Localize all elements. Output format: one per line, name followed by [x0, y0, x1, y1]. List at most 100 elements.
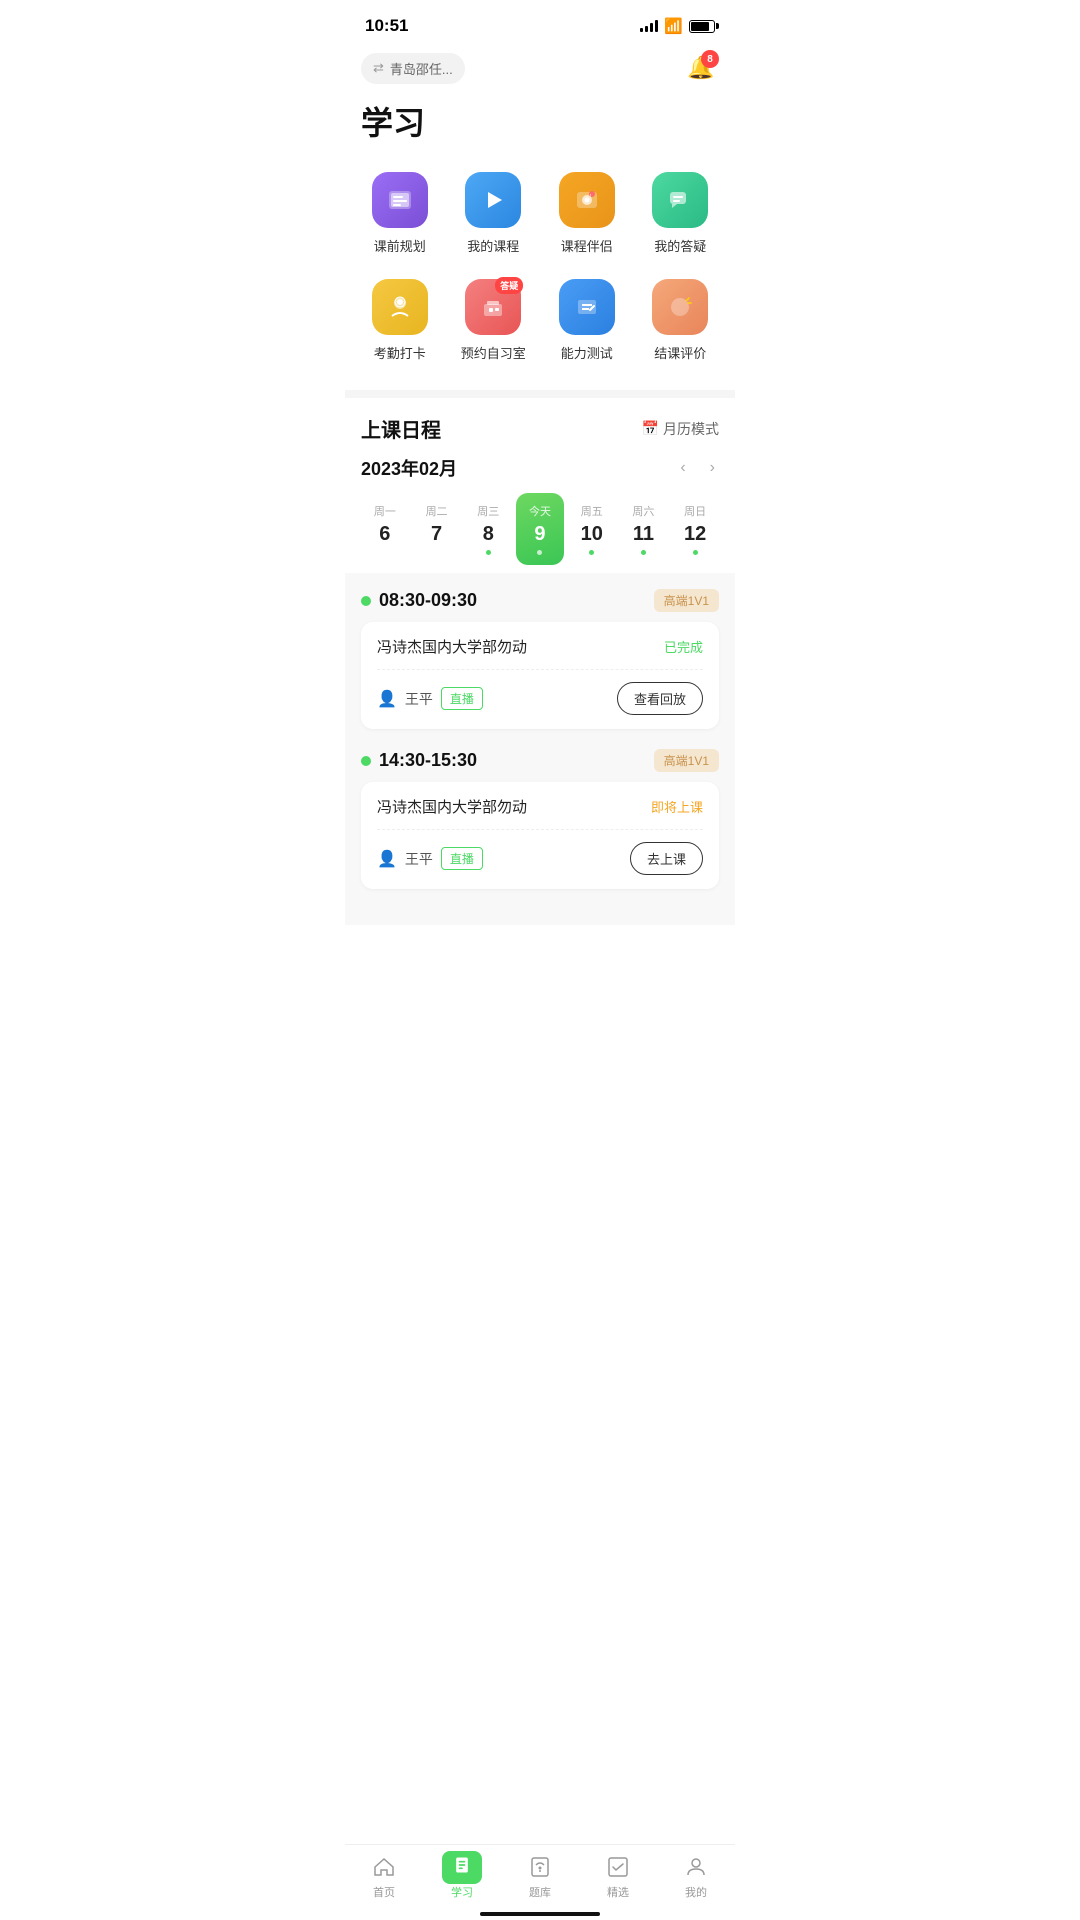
nav-item-study[interactable]: 学习 — [432, 1853, 492, 1900]
bottom-nav: 首页 学习 题库 — [345, 1844, 735, 1920]
course-card-top-2: 冯诗杰国内大学部勿动 即将上课 — [377, 796, 703, 830]
next-month-button[interactable]: › — [706, 455, 719, 481]
nav-item-home[interactable]: 首页 — [354, 1853, 414, 1900]
day-dot-9 — [537, 550, 542, 555]
menu-item-ability-test[interactable]: 能力测试 — [540, 267, 634, 374]
teacher-info-2: 👤 王平 直播 — [377, 847, 483, 870]
time-dot-1 — [361, 596, 371, 606]
time-slot-1: 08:30-09:30 高端1V1 冯诗杰国内大学部勿动 已完成 👤 王平 直播… — [345, 589, 735, 749]
course-card-top-1: 冯诗杰国内大学部勿动 已完成 — [377, 636, 703, 670]
nav-item-mine[interactable]: 我的 — [666, 1853, 726, 1900]
course-name-1: 冯诗杰国内大学部勿动 — [377, 636, 654, 657]
person-icon-1: 👤 — [377, 689, 397, 709]
day-cell-12[interactable]: 周日12 — [671, 493, 719, 565]
person-icon-2: 👤 — [377, 849, 397, 869]
status-badge-2: 即将上课 — [651, 797, 703, 816]
menu-item-my-course[interactable]: 我的课程 — [447, 160, 541, 267]
calendar-mode-button[interactable]: 📅 月历模式 — [642, 419, 719, 439]
nav-label-home: 首页 — [373, 1884, 395, 1900]
menu-item-attendance[interactable]: 考勤打卡 — [353, 267, 447, 374]
back-icon: ⇄ — [373, 60, 384, 76]
my-course-icon — [465, 172, 521, 228]
day-cell-9[interactable]: 今天9 — [516, 493, 564, 565]
time-range-1: 08:30-09:30 — [379, 590, 477, 611]
menu-item-course-partner[interactable]: ! 课程伴侣 — [540, 160, 634, 267]
course-card-2: 冯诗杰国内大学部勿动 即将上课 👤 王平 直播 去上课 — [361, 782, 719, 889]
day-cell-6[interactable]: 周一6 — [361, 493, 409, 565]
month-nav: 2023年02月 ‹ › — [361, 455, 719, 481]
menu-label-course-partner: 课程伴侣 — [561, 236, 613, 255]
nav-label-mine: 我的 — [685, 1884, 707, 1900]
day-name-7: 周二 — [426, 503, 448, 519]
course-card-1: 冯诗杰国内大学部勿动 已完成 👤 王平 直播 查看回放 — [361, 622, 719, 729]
featured-nav-icon — [604, 1853, 632, 1881]
day-cell-11[interactable]: 周六11 — [620, 493, 668, 565]
day-number-7: 7 — [431, 523, 442, 546]
day-cell-7[interactable]: 周二 7 — [413, 493, 461, 565]
day-number-8: 8 — [483, 523, 494, 546]
time-label-1: 08:30-09:30 — [361, 590, 477, 611]
menu-item-my-qa[interactable]: 我的答疑 — [634, 160, 728, 267]
replay-button[interactable]: 查看回放 — [617, 682, 703, 715]
question-bank-nav-icon — [526, 1853, 554, 1881]
day-dot-11 — [641, 550, 646, 555]
wifi-icon: 📶 — [664, 17, 683, 35]
menu-label-my-qa: 我的答疑 — [654, 236, 706, 255]
nav-arrows: ‹ › — [676, 455, 719, 481]
menu-item-pre-class[interactable]: 课前规划 — [353, 160, 447, 267]
menu-label-study-room: 预约自习室 — [461, 343, 526, 362]
battery-icon — [689, 20, 715, 33]
pre-class-icon — [372, 172, 428, 228]
nav-item-question-bank[interactable]: 题库 — [510, 1853, 570, 1900]
menu-label-pre-class: 课前规划 — [374, 236, 426, 255]
calendar-icon: 📅 — [642, 420, 659, 437]
study-room-icon: 答疑 — [465, 279, 521, 335]
attendance-icon — [372, 279, 428, 335]
course-name-2: 冯诗杰国内大学部勿动 — [377, 796, 641, 817]
calendar-mode-label: 月历模式 — [663, 419, 719, 439]
time-slot-header-2: 14:30-15:30 高端1V1 — [361, 749, 719, 772]
nav-label-featured: 精选 — [607, 1884, 629, 1900]
tier-badge-1: 高端1V1 — [654, 589, 719, 612]
notification-badge: 8 — [701, 50, 719, 68]
day-name-6: 周一 — [374, 503, 396, 519]
teacher-name-1: 王平 — [405, 689, 433, 709]
time-dot-2 — [361, 756, 371, 766]
status-badge-1: 已完成 — [664, 637, 703, 656]
day-name-11: 周六 — [632, 503, 654, 519]
live-badge-1: 直播 — [441, 687, 483, 710]
school-name: 青岛邵任... — [390, 59, 453, 78]
home-indicator — [480, 1912, 600, 1916]
menu-item-course-eval[interactable]: 😊 结课评价 — [634, 267, 728, 374]
header: ⇄ 青岛邵任... 🔔 8 — [345, 44, 735, 94]
day-dot-8 — [486, 550, 491, 555]
schedule-section: 上课日程 📅 月历模式 2023年02月 ‹ › 周一6周二7周三8今天9周五1… — [345, 398, 735, 565]
nav-label-study: 学习 — [451, 1884, 473, 1900]
day-name-9: 今天 — [529, 503, 551, 519]
notification-button[interactable]: 🔔 8 — [683, 50, 719, 86]
attend-button[interactable]: 去上课 — [630, 842, 703, 875]
course-card-bottom-2: 👤 王平 直播 去上课 — [377, 842, 703, 875]
study-nav-icon — [448, 1853, 476, 1881]
signal-icon — [640, 20, 658, 32]
month-label: 2023年02月 — [361, 455, 457, 481]
day-dot-10 — [589, 550, 594, 555]
course-eval-icon: 😊 — [652, 279, 708, 335]
day-cell-8[interactable]: 周三8 — [464, 493, 512, 565]
menu-item-study-room[interactable]: 答疑 预约自习室 — [447, 267, 541, 374]
ability-test-icon — [559, 279, 615, 335]
teacher-info-1: 👤 王平 直播 — [377, 687, 483, 710]
day-number-12: 12 — [684, 523, 706, 546]
day-name-10: 周五 — [581, 503, 603, 519]
schedule-header: 上课日程 📅 月历模式 — [361, 414, 719, 443]
teacher-name-2: 王平 — [405, 849, 433, 869]
school-badge[interactable]: ⇄ 青岛邵任... — [361, 53, 465, 84]
day-cell-10[interactable]: 周五10 — [568, 493, 616, 565]
menu-label-ability-test: 能力测试 — [561, 343, 613, 362]
day-dot-12 — [693, 550, 698, 555]
status-time: 10:51 — [365, 16, 408, 36]
nav-label-question-bank: 题库 — [529, 1884, 551, 1900]
schedule-content: 08:30-09:30 高端1V1 冯诗杰国内大学部勿动 已完成 👤 王平 直播… — [345, 573, 735, 925]
prev-month-button[interactable]: ‹ — [676, 455, 689, 481]
nav-item-featured[interactable]: 精选 — [588, 1853, 648, 1900]
